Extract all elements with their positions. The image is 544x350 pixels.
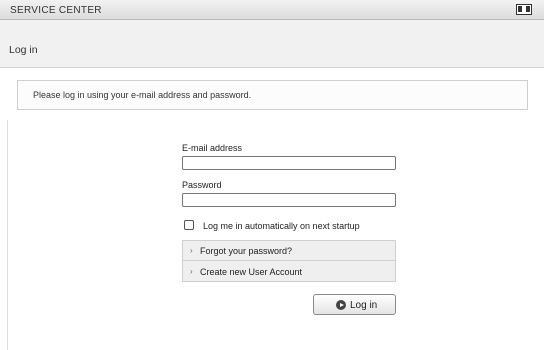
play-circle-icon [336,300,346,310]
info-message: Please log in using your e-mail address … [33,90,252,100]
forgot-password-label: Forgot your password? [200,246,293,256]
section-header: Log in [0,20,544,68]
app-title: SERVICE CENTER [10,5,102,16]
account-links-panel: › Forgot your password? › Create new Use… [182,240,396,282]
create-account-label: Create new User Account [200,267,303,277]
login-button[interactable]: Log in [313,294,396,315]
info-message-box: Please log in using your e-mail address … [17,80,528,110]
window-layout-icon[interactable] [516,4,532,15]
chevron-right-icon: › [190,246,193,255]
login-button-label: Log in [350,300,378,311]
auto-login-checkbox[interactable] [184,220,194,230]
email-label: E-mail address [182,143,243,153]
email-field[interactable] [182,156,396,170]
chevron-right-icon: › [190,267,193,276]
create-account-link[interactable]: › Create new User Account [183,262,395,282]
forgot-password-link[interactable]: › Forgot your password? [183,241,395,261]
password-label: Password [182,180,222,190]
auto-login-label[interactable]: Log me in automatically on next startup [203,221,360,231]
title-bar: SERVICE CENTER [0,0,544,20]
divider [7,120,8,350]
page-title: Log in [9,44,38,56]
password-field[interactable] [182,193,396,207]
